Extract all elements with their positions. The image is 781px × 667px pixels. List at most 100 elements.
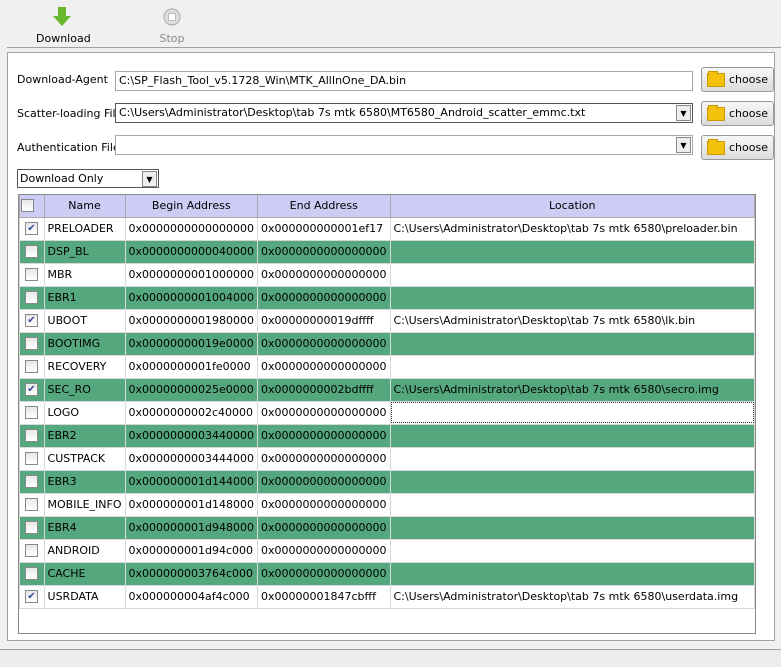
location[interactable]	[389, 515, 755, 540]
location[interactable]	[389, 331, 755, 356]
mode-select[interactable]: Download Only ▼	[17, 169, 159, 188]
table-row[interactable]: EBR3 0x000000001d144000 0x00000000000000…	[19, 469, 755, 494]
location[interactable]	[389, 469, 755, 494]
stop-label: Stop	[159, 32, 185, 45]
auth-label: Authentication File	[17, 141, 120, 154]
location[interactable]	[389, 538, 755, 563]
location[interactable]	[389, 400, 755, 425]
partition-name: PRELOADER	[43, 216, 126, 241]
row-checkbox[interactable]	[19, 331, 45, 356]
location[interactable]	[389, 423, 755, 448]
download-arrow-icon	[36, 6, 88, 28]
table-row[interactable]: RECOVERY 0x0000000001fe0000 0x0000000000…	[19, 354, 755, 379]
dropdown-arrow-icon[interactable]: ▼	[142, 171, 157, 187]
toolbar-divider	[7, 47, 781, 48]
partition-name: DSP_BL	[43, 239, 126, 264]
scatter-file-select[interactable]: C:\Users\Administrator\Desktop\tab 7s mt…	[115, 103, 693, 123]
mode-value: Download Only	[20, 172, 104, 185]
begin-address: 0x0000000003440000	[124, 423, 258, 448]
location[interactable]: C:\Users\Administrator\Desktop\tab 7s mt…	[389, 308, 755, 333]
row-checkbox[interactable]: ✔	[19, 377, 45, 402]
begin-address: 0x000000001d948000	[124, 515, 258, 540]
location[interactable]: C:\Users\Administrator\Desktop\tab 7s mt…	[389, 377, 755, 402]
select-all-checkbox[interactable]	[19, 195, 45, 218]
begin-address: 0x0000000001004000	[124, 285, 258, 310]
partition-name: MBR	[43, 262, 126, 287]
location[interactable]	[389, 262, 755, 287]
location[interactable]: C:\Users\Administrator\Desktop\tab 7s mt…	[389, 216, 755, 241]
table-row[interactable]: CACHE 0x000000003764c000 0x0000000000000…	[19, 561, 755, 586]
partition-name: LOGO	[43, 400, 126, 425]
end-address: 0x0000000000000000	[257, 400, 391, 425]
table-row[interactable]: ✔ USRDATA 0x000000004af4c000 0x000000018…	[19, 584, 755, 609]
row-checkbox[interactable]	[19, 538, 45, 563]
toolbar: Download Stop	[0, 0, 781, 46]
location[interactable]	[389, 561, 755, 586]
table-row[interactable]: BOOTIMG 0x00000000019e0000 0x00000000000…	[19, 331, 755, 356]
location[interactable]	[389, 239, 755, 264]
begin-address: 0x0000000000040000	[124, 239, 258, 264]
row-checkbox[interactable]: ✔	[19, 308, 45, 333]
location[interactable]	[389, 446, 755, 471]
row-checkbox[interactable]	[19, 561, 45, 586]
choose-scatter-button[interactable]: choose	[701, 101, 774, 126]
location[interactable]	[389, 492, 755, 517]
table-row[interactable]: EBR1 0x0000000001004000 0x00000000000000…	[19, 285, 755, 310]
stop-button[interactable]: Stop	[152, 6, 192, 45]
end-address: 0x0000000000000000	[257, 515, 391, 540]
auth-file-select[interactable]: ▼	[115, 135, 693, 155]
choose-label: choose	[729, 107, 768, 120]
row-checkbox[interactable]	[19, 469, 45, 494]
row-checkbox[interactable]	[19, 239, 45, 264]
table-row[interactable]: EBR2 0x0000000003440000 0x00000000000000…	[19, 423, 755, 448]
location[interactable]: C:\Users\Administrator\Desktop\tab 7s mt…	[389, 584, 755, 609]
begin-address: 0x00000000019e0000	[124, 331, 258, 356]
table-row[interactable]: ✔ UBOOT 0x0000000001980000 0x00000000019…	[19, 308, 755, 333]
row-checkbox[interactable]: ✔	[19, 216, 45, 241]
end-address: 0x00000000019dffff	[257, 308, 391, 333]
header-begin-address[interactable]: Begin Address	[124, 195, 258, 218]
location[interactable]	[389, 285, 755, 310]
table-row[interactable]: ✔ SEC_RO 0x00000000025e0000 0x0000000002…	[19, 377, 755, 402]
end-address: 0x00000001847cbfff	[257, 584, 391, 609]
header-location[interactable]: Location	[389, 195, 755, 218]
dropdown-arrow-icon[interactable]: ▼	[676, 137, 691, 153]
table-row[interactable]: MOBILE_INFO 0x000000001d148000 0x0000000…	[19, 492, 755, 517]
row-checkbox[interactable]	[19, 423, 45, 448]
table-row[interactable]: ANDROID 0x000000001d94c000 0x00000000000…	[19, 538, 755, 563]
download-agent-input[interactable]: C:\SP_Flash_Tool_v5.1728_Win\MTK_AllInOn…	[115, 71, 693, 91]
table-row[interactable]: CUSTPACK 0x0000000003444000 0x0000000000…	[19, 446, 755, 471]
dropdown-arrow-icon[interactable]: ▼	[676, 105, 691, 121]
row-checkbox[interactable]	[19, 400, 45, 425]
row-checkbox[interactable]	[19, 262, 45, 287]
table-row[interactable]: ✔ PRELOADER 0x0000000000000000 0x0000000…	[19, 216, 755, 241]
end-address: 0x0000000000000000	[257, 354, 391, 379]
header-name[interactable]: Name	[43, 195, 126, 218]
location[interactable]	[389, 354, 755, 379]
row-checkbox[interactable]: ✔	[19, 584, 45, 609]
row-checkbox[interactable]	[19, 446, 45, 471]
end-address: 0x0000000000000000	[257, 239, 391, 264]
scatter-value: C:\Users\Administrator\Desktop\tab 7s mt…	[119, 106, 586, 119]
download-button[interactable]: Download	[36, 6, 91, 45]
begin-address: 0x000000001d144000	[124, 469, 258, 494]
end-address: 0x0000000000000000	[257, 561, 391, 586]
choose-auth-button[interactable]: choose	[701, 135, 774, 160]
choose-download-agent-button[interactable]: choose	[701, 67, 774, 92]
row-checkbox[interactable]	[19, 285, 45, 310]
end-address: 0x0000000000000000	[257, 285, 391, 310]
begin-address: 0x0000000002c40000	[124, 400, 258, 425]
row-checkbox[interactable]	[19, 492, 45, 517]
begin-address: 0x0000000001980000	[124, 308, 258, 333]
partition-name: EBR2	[43, 423, 126, 448]
end-address: 0x0000000000000000	[257, 262, 391, 287]
row-checkbox[interactable]	[19, 515, 45, 540]
header-end-address[interactable]: End Address	[257, 195, 391, 218]
table-row[interactable]: LOGO 0x0000000002c40000 0x00000000000000…	[19, 400, 755, 425]
table-row[interactable]: EBR4 0x000000001d948000 0x00000000000000…	[19, 515, 755, 540]
table-row[interactable]: MBR 0x0000000001000000 0x000000000000000…	[19, 262, 755, 287]
row-checkbox[interactable]	[19, 354, 45, 379]
table-row[interactable]: DSP_BL 0x0000000000040000 0x000000000000…	[19, 239, 755, 264]
partition-name: CUSTPACK	[43, 446, 126, 471]
begin-address: 0x000000003764c000	[124, 561, 258, 586]
